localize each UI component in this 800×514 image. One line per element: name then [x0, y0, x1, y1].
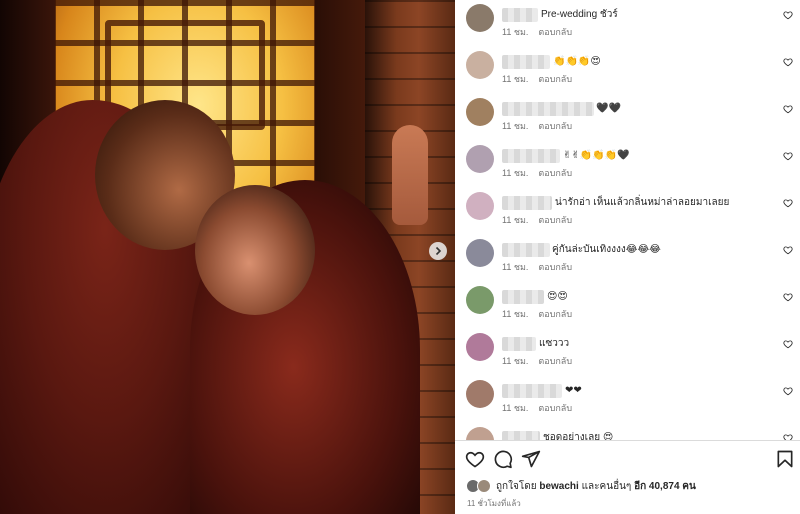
avatar[interactable] — [466, 98, 494, 126]
comment-item: แซววว 11 ชม. ตอบกลับ — [455, 329, 800, 376]
avatar[interactable] — [466, 145, 494, 173]
like-button[interactable] — [465, 449, 485, 469]
username-blurred[interactable] — [502, 290, 544, 304]
comment-item: 😍😍 11 ชม. ตอบกลับ — [455, 282, 800, 329]
comment-text: ✌✌👏👏👏🖤 — [563, 150, 630, 161]
reply-button[interactable]: ตอบกลับ — [538, 74, 572, 84]
comment-text: น่ารักอ่า เห็นแล้วกลิ่นหม่าล่าลอยมาเลยย — [555, 197, 730, 208]
username-blurred[interactable] — [502, 384, 562, 398]
comment-time: 11 ชม. — [502, 356, 529, 366]
comment-text: 👏👏👏😍 — [553, 56, 601, 67]
heart-icon[interactable] — [783, 386, 793, 396]
post-timestamp: 11 ชั่วโมงที่แล้ว — [467, 499, 521, 508]
avatar[interactable] — [466, 51, 494, 79]
heart-icon — [465, 451, 485, 468]
likes-prefix: ถูกใจโดย — [496, 480, 540, 492]
liker-avatars — [466, 479, 492, 493]
comment-icon — [494, 450, 513, 469]
avatar — [477, 479, 491, 493]
heart-icon[interactable] — [783, 433, 793, 440]
avatar[interactable] — [466, 4, 494, 32]
avatar[interactable] — [466, 192, 494, 220]
username-blurred[interactable] — [502, 149, 560, 163]
action-bar — [455, 444, 800, 474]
liker-username[interactable]: bewachi — [539, 481, 578, 492]
comment-text: ❤❤ — [565, 385, 582, 396]
heart-icon[interactable] — [783, 339, 793, 349]
comment-time: 11 ชม. — [502, 309, 529, 319]
comment-time: 11 ชม. — [502, 27, 529, 37]
avatar[interactable] — [466, 239, 494, 267]
comment-time: 11 ชม. — [502, 168, 529, 178]
share-icon — [521, 450, 541, 468]
reply-button[interactable]: ตอบกลับ — [538, 27, 572, 37]
likes-summary[interactable]: ถูกใจโดย bewachi และคนอื่นๆ อีก 40,874 ค… — [466, 478, 696, 494]
comment-item: Pre-wedding ชัวร์ 11 ชม. ตอบกลับ — [455, 0, 800, 47]
comment-item: ✌✌👏👏👏🖤 11 ชม. ตอบกลับ — [455, 141, 800, 188]
photo-hand — [392, 125, 428, 225]
comments-list[interactable]: Pre-wedding ชัวร์ 11 ชม. ตอบกลับ 👏👏👏😍 11 … — [455, 0, 800, 440]
heart-icon[interactable] — [783, 10, 793, 20]
reply-button[interactable]: ตอบกลับ — [538, 215, 572, 225]
username-blurred[interactable] — [502, 243, 550, 257]
share-button[interactable] — [521, 449, 541, 469]
avatar[interactable] — [466, 427, 494, 440]
avatar[interactable] — [466, 380, 494, 408]
reply-button[interactable]: ตอบกลับ — [538, 168, 572, 178]
comment-time: 11 ชม. — [502, 262, 529, 272]
comment-text: คู่กันล่ะบันเทิงงงง😂😂😂 — [552, 244, 661, 255]
heart-icon[interactable] — [783, 292, 793, 302]
comment-item: 👏👏👏😍 11 ชม. ตอบกลับ — [455, 47, 800, 94]
save-button[interactable] — [775, 449, 795, 469]
comment-text: 😍😍 — [547, 291, 568, 302]
post-photo[interactable] — [0, 0, 455, 514]
reply-button[interactable]: ตอบกลับ — [538, 403, 572, 413]
heart-icon[interactable] — [783, 57, 793, 67]
photo-woman-head — [195, 185, 315, 315]
heart-icon[interactable] — [783, 104, 793, 114]
likes-count[interactable]: อีก 40,874 คน — [634, 481, 696, 492]
username-blurred[interactable] — [502, 55, 550, 69]
comment-item: คู่กันล่ะบันเทิงงงง😂😂😂 11 ชม. ตอบกลับ — [455, 235, 800, 282]
bookmark-icon — [777, 450, 793, 468]
comment-item: ❤❤ 11 ชม. ตอบกลับ — [455, 376, 800, 423]
heart-icon[interactable] — [783, 245, 793, 255]
reply-button[interactable]: ตอบกลับ — [538, 309, 572, 319]
comment-time: 11 ชม. — [502, 74, 529, 84]
avatar[interactable] — [466, 333, 494, 361]
heart-icon[interactable] — [783, 151, 793, 161]
chevron-right-icon — [435, 246, 442, 256]
comment-item: ชอดอย่างเลย 😍 — [455, 423, 800, 440]
likes-text: ถูกใจโดย bewachi และคนอื่นๆ อีก 40,874 ค… — [496, 479, 696, 494]
comment-text: ชอดอย่างเลย 😍 — [543, 432, 614, 440]
avatar[interactable] — [466, 286, 494, 314]
comment-time: 11 ชม. — [502, 215, 529, 225]
carousel-next-button[interactable] — [429, 242, 447, 260]
heart-icon[interactable] — [783, 198, 793, 208]
action-divider — [455, 440, 800, 441]
comment-text: Pre-wedding ชัวร์ — [541, 9, 618, 20]
likes-middle: และคนอื่นๆ — [578, 480, 635, 492]
username-blurred[interactable] — [502, 102, 594, 116]
comment-time: 11 ชม. — [502, 403, 529, 413]
reply-button[interactable]: ตอบกลับ — [538, 262, 572, 272]
comment-time: 11 ชม. — [502, 121, 529, 131]
reply-button[interactable]: ตอบกลับ — [538, 356, 572, 366]
comment-item: น่ารักอ่า เห็นแล้วกลิ่นหม่าล่าลอยมาเลยย … — [455, 188, 800, 235]
comment-text: แซววว — [539, 338, 570, 349]
username-blurred[interactable] — [502, 337, 536, 351]
username-blurred[interactable] — [502, 8, 538, 22]
comment-text: 🖤🖤 — [596, 103, 621, 114]
username-blurred[interactable] — [502, 196, 552, 210]
reply-button[interactable]: ตอบกลับ — [538, 121, 572, 131]
comment-button[interactable] — [493, 449, 513, 469]
comment-item: 🖤🖤 11 ชม. ตอบกลับ — [455, 94, 800, 141]
username-blurred[interactable] — [502, 431, 540, 440]
